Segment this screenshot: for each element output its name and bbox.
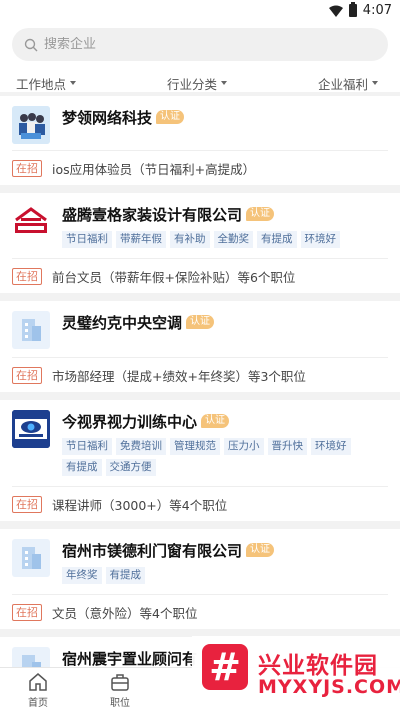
certified-badge: 认证 [246, 543, 275, 557]
building-placeholder-logo-icon [12, 539, 50, 577]
company-card[interactable]: 今视界视力训练中心 认证 节日福利 免费培训 管理规范 压力小 晋升快 环境好 有… [0, 400, 400, 521]
benefit-tag: 环境好 [300, 231, 340, 248]
hiring-badge: 在招 [12, 159, 42, 177]
company-card[interactable]: 梦领网络科技 认证 在招 ios应用体验员（节日福利+高提成） [0, 96, 400, 185]
briefcase-icon [111, 674, 129, 691]
search-input[interactable] [44, 37, 344, 52]
benefit-tag: 压力小 [224, 438, 264, 455]
benefit-tag: 节日福利 [62, 438, 112, 455]
benefit-tag: 有提成 [62, 459, 102, 476]
job-summary[interactable]: 在招 文员（意外险）等4个职位 [12, 595, 388, 629]
certified-badge: 认证 [201, 414, 230, 428]
job-summary[interactable]: 在招 市场部经理（提成+绩效+年终奖）等3个职位 [12, 358, 388, 392]
header: 工作地点 行业分类 企业福利 [0, 22, 400, 92]
benefit-tag: 全勤奖 [213, 231, 253, 248]
benefit-tag: 免费培训 [116, 438, 166, 455]
team-photo-logo-icon [12, 106, 50, 144]
search-icon [24, 38, 38, 51]
clock: 4:07 [362, 3, 392, 18]
battery-icon [348, 2, 357, 17]
hiring-badge: 在招 [12, 267, 42, 285]
company-name: 盛腾壹格家装设计有限公司 [62, 205, 243, 224]
dropdown-arrow-icon [221, 81, 227, 85]
company-card[interactable]: 灵璧约克中央空调 认证 在招 市场部经理（提成+绩效+年终奖）等3个职位 [0, 301, 400, 392]
dropdown-arrow-icon [70, 81, 77, 85]
filter-industry[interactable]: 行业分类 [167, 74, 227, 92]
filter-location[interactable]: 工作地点 [16, 74, 77, 92]
company-name: 梦领网络科技 [62, 108, 153, 127]
filter-benefits[interactable]: 企业福利 [318, 74, 378, 92]
company-card[interactable]: 宿州市镁德利门窗有限公司 认证 年终奖 有提成 在招 文员（意外险）等4个职位 [0, 529, 400, 629]
building-placeholder-logo-icon [12, 647, 50, 667]
benefit-tag: 晋升快 [267, 438, 307, 455]
hiring-badge: 在招 [12, 366, 42, 384]
benefit-tags: 节日福利 带薪年假 有补助 全勤奖 有提成 环境好 [62, 231, 388, 252]
watermark: # 兴业软件园 MYXYJS.COM [192, 636, 400, 710]
company-name: 宿州震宇置业顾问有 [62, 649, 198, 668]
watermark-title: 兴业软件园 [258, 653, 378, 679]
benefit-tag: 节日福利 [62, 231, 112, 248]
home-icon [29, 673, 47, 691]
benefit-tag: 管理规范 [170, 438, 220, 455]
certified-badge: 认证 [156, 110, 185, 124]
watermark-url: MYXYJS.COM [258, 676, 400, 698]
status-bar: 4:07 [0, 0, 400, 22]
company-name: 灵璧约克中央空调 [62, 313, 183, 332]
building-placeholder-logo-icon [12, 311, 50, 349]
certified-badge: 认证 [186, 315, 215, 329]
house-logo-icon [12, 203, 50, 241]
job-summary[interactable]: 在招 ios应用体验员（节日福利+高提成） [12, 151, 388, 185]
company-name: 今视界视力训练中心 [62, 412, 198, 431]
company-name: 宿州市镁德利门窗有限公司 [62, 541, 243, 560]
benefit-tag: 带薪年假 [116, 231, 166, 248]
benefit-tag: 交通方便 [105, 459, 156, 476]
benefit-tag: 年终奖 [62, 567, 102, 584]
filter-bar: 工作地点 行业分类 企业福利 [0, 74, 400, 92]
nav-home[interactable]: 首页 [28, 672, 48, 709]
benefit-tag: 环境好 [311, 438, 351, 455]
company-card[interactable]: 盛腾壹格家装设计有限公司 认证 节日福利 带薪年假 有补助 全勤奖 有提成 环境好… [0, 193, 400, 293]
certified-badge: 认证 [246, 207, 275, 221]
benefit-tags: 年终奖 有提成 [62, 567, 388, 588]
watermark-logo-icon: # [202, 644, 248, 690]
benefit-tag: 有提成 [105, 567, 145, 584]
wifi-icon [328, 5, 343, 17]
hiring-badge: 在招 [12, 495, 42, 513]
benefit-tag: 有提成 [257, 231, 297, 248]
company-list: 梦领网络科技 认证 在招 ios应用体验员（节日福利+高提成） 盛腾壹格家装设计有限… [0, 92, 400, 667]
hiring-badge: 在招 [12, 603, 42, 621]
benefit-tags: 节日福利 免费培训 管理规范 压力小 晋升快 环境好 有提成 交通方便 [62, 438, 388, 480]
job-summary[interactable]: 在招 前台文员（带薪年假+保险补贴）等6个职位 [12, 259, 388, 293]
dropdown-arrow-icon [371, 81, 378, 85]
search-bar[interactable] [12, 28, 388, 61]
eye-logo-icon [12, 410, 50, 448]
nav-jobs[interactable]: 职位 [110, 672, 130, 709]
benefit-tag: 有补助 [170, 231, 210, 248]
job-summary[interactable]: 在招 课程讲师（3000+）等4个职位 [12, 487, 388, 521]
